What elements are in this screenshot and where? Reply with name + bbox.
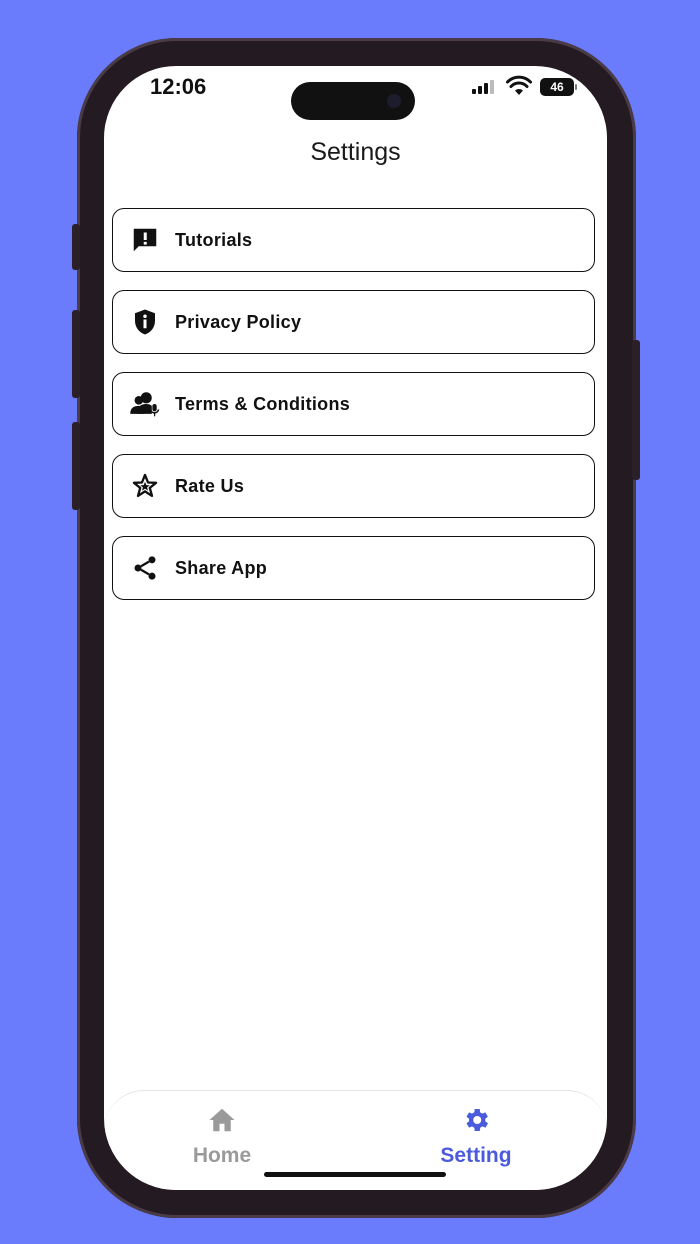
menu-item-label: Terms & Conditions	[175, 393, 351, 414]
star-icon	[129, 470, 161, 502]
menu-item-label: Privacy Policy	[175, 311, 302, 332]
tab-home[interactable]: Home	[142, 1105, 302, 1168]
battery-icon: 46	[540, 78, 577, 96]
menu-item-terms-conditions[interactable]: Terms & Conditions	[112, 372, 595, 436]
wifi-icon	[506, 75, 532, 95]
cellular-signal-icon	[472, 78, 494, 94]
tab-setting-label: Setting	[440, 1144, 512, 1167]
alert-message-icon	[129, 224, 161, 256]
battery-level: 46	[550, 80, 564, 94]
menu-item-tutorials[interactable]: Tutorials	[112, 208, 595, 272]
status-bar: 12:06 46	[104, 66, 607, 120]
shield-info-icon	[129, 306, 161, 338]
home-icon	[209, 1108, 235, 1132]
menu-item-rate-us[interactable]: Rate Us	[112, 454, 595, 518]
share-icon	[129, 552, 161, 584]
screen: 12:06 46 Settings Tutorials Privacy Poli…	[104, 66, 607, 1190]
status-time: 12:06	[150, 74, 207, 99]
side-button-action	[72, 224, 80, 270]
menu-item-label: Tutorials	[175, 229, 253, 250]
home-indicator[interactable]	[264, 1172, 446, 1177]
tab-setting[interactable]: Setting	[396, 1105, 556, 1168]
menu-item-label: Rate Us	[175, 475, 245, 496]
gear-icon	[466, 1109, 488, 1131]
settings-menu: Tutorials Privacy Policy Terms & Conditi…	[112, 208, 595, 618]
side-button-volume-up	[72, 310, 80, 398]
side-button-power	[632, 340, 640, 480]
side-button-volume-down	[72, 422, 80, 510]
users-mic-icon	[129, 388, 161, 420]
dynamic-island	[291, 82, 415, 120]
menu-item-label: Share App	[175, 557, 268, 578]
tab-home-label: Home	[192, 1144, 252, 1167]
page-title: Settings	[310, 138, 401, 166]
menu-item-privacy-policy[interactable]: Privacy Policy	[112, 290, 595, 354]
menu-item-share-app[interactable]: Share App	[112, 536, 595, 600]
